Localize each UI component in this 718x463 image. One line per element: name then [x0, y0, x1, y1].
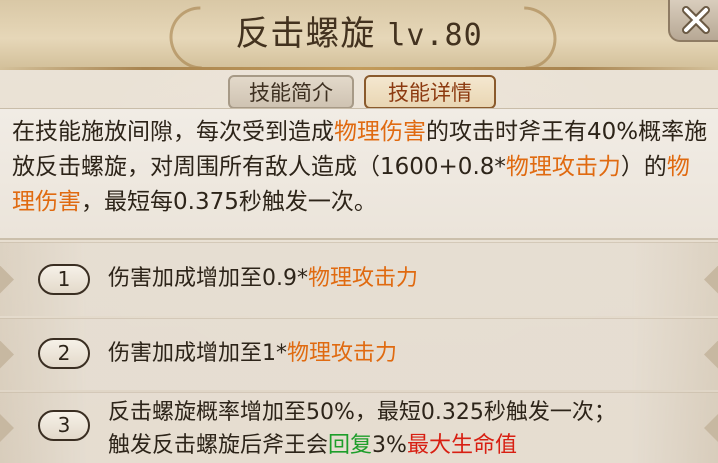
tab-skill-intro[interactable]: 技能简介 — [228, 75, 354, 109]
desc-text-1: 在技能施放间隙，每次受到造成 — [12, 119, 334, 145]
restore-percent: 3% — [372, 433, 407, 458]
keyword-physical-attack: 物理攻击力 — [308, 266, 419, 291]
skill-name: 反击螺旋 — [235, 14, 376, 54]
upgrade-text: 反击螺旋概率增加至50%，最短0.325秒触发一次； 触发反击螺旋后斧王会回复3%… — [108, 396, 708, 462]
upgrade-number-badge: 3 — [38, 410, 90, 441]
skill-title: 反击螺旋 lv.80 — [0, 8, 718, 62]
close-button[interactable] — [668, 0, 718, 42]
keyword-physical-attack: 物理攻击力 — [505, 154, 621, 180]
upgrade-row-3: 3 反击螺旋概率增加至50%，最短0.325秒触发一次； 触发反击螺旋后斧王会回复… — [0, 392, 718, 463]
skill-detail-panel: 反击螺旋 lv.80 技能简介 技能详情 在技能施放间隙，每次受到造成物理伤害的攻… — [0, 0, 718, 463]
desc-text-4: ，最短每0.375秒触发一次。 — [81, 189, 377, 215]
skill-description-text: 在技能施放间隙，每次受到造成物理伤害的攻击时斧王有40%概率施放反击螺旋，对周围… — [12, 115, 712, 220]
upgrade-text: 伤害加成增加至0.9*物理攻击力 — [108, 262, 708, 295]
upgrade-text-line-2: 触发反击螺旋后斧王会 — [108, 433, 329, 458]
tab-skill-detail[interactable]: 技能详情 — [364, 75, 496, 109]
upgrade-text-plain: 伤害加成增加至0.9* — [108, 266, 308, 291]
title-banner: 反击螺旋 lv.80 — [0, 0, 718, 83]
upgrade-row-1: 1 伤害加成增加至0.9*物理攻击力 — [0, 242, 718, 316]
upgrade-row-2: 2 伤害加成增加至1*物理攻击力 — [0, 318, 718, 390]
desc-text-3: ）的 — [620, 154, 667, 180]
upgrade-text: 伤害加成增加至1*物理攻击力 — [108, 337, 708, 370]
upgrade-number-badge: 2 — [38, 338, 90, 369]
upgrade-number-badge: 1 — [38, 264, 90, 295]
keyword-max-hp: 最大生命值 — [406, 433, 517, 458]
close-x-icon — [682, 6, 710, 34]
keyword-restore: 回复 — [328, 433, 373, 458]
keyword-physical-damage: 物理伤害 — [334, 119, 426, 145]
upgrade-text-plain: 伤害加成增加至1* — [108, 341, 287, 366]
keyword-physical-attack: 物理攻击力 — [287, 341, 398, 366]
skill-level: lv.80 — [387, 18, 483, 53]
upgrade-text-line-1: 反击螺旋概率增加至50%，最短0.325秒触发一次； — [108, 400, 616, 425]
skill-description: 在技能施放间隙，每次受到造成物理伤害的攻击时斧王有40%概率施放反击螺旋，对周围… — [0, 108, 718, 240]
